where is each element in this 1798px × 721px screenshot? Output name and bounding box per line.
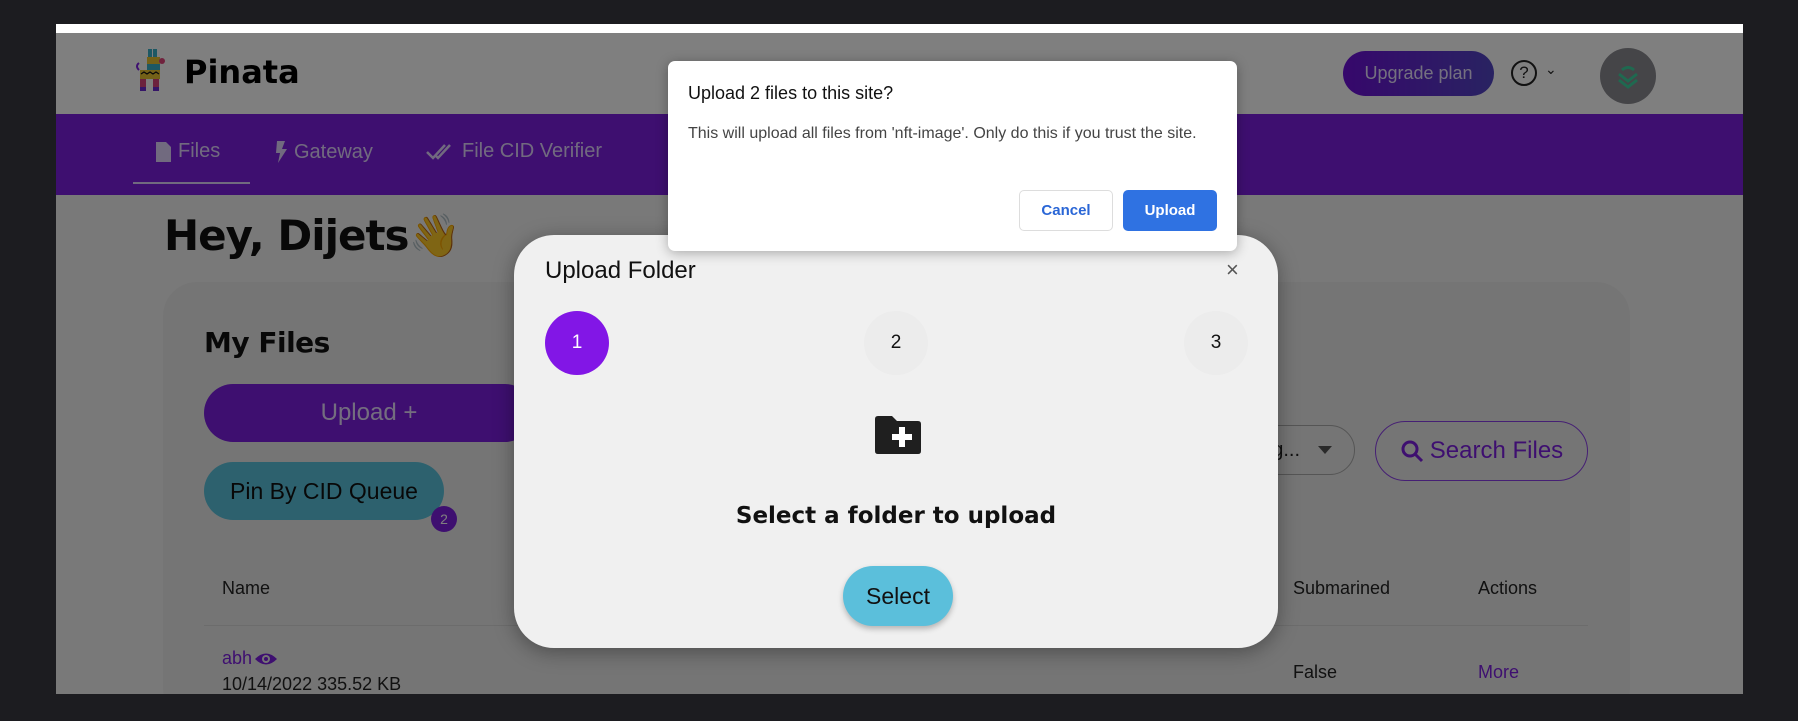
close-icon[interactable]: × (1226, 257, 1239, 283)
browser-window: Pinata Upgrade plan ? ⌄ Files Gateway (56, 24, 1743, 694)
select-folder-button[interactable]: Select (843, 566, 953, 626)
confirm-upload-button[interactable]: Upload (1123, 190, 1217, 231)
step-2: 2 (864, 311, 928, 375)
browser-top-strip (56, 24, 1743, 33)
confirm-title: Upload 2 files to this site? (688, 83, 894, 103)
step-3: 3 (1184, 311, 1248, 375)
pinata-page: Pinata Upgrade plan ? ⌄ Files Gateway (56, 33, 1743, 694)
folder-add-icon (875, 416, 921, 454)
upload-folder-modal: Upload Folder × 1 2 3 Select a folder to… (514, 235, 1278, 648)
modal-title: Upload Folder (545, 257, 696, 284)
cancel-button[interactable]: Cancel (1019, 190, 1113, 231)
step-1: 1 (545, 311, 609, 375)
confirm-message: This will upload all files from 'nft-ima… (688, 125, 1197, 142)
browser-upload-confirm-dialog: Upload 2 files to this site? This will u… (668, 61, 1237, 251)
select-folder-prompt: Select a folder to upload (735, 503, 1057, 529)
